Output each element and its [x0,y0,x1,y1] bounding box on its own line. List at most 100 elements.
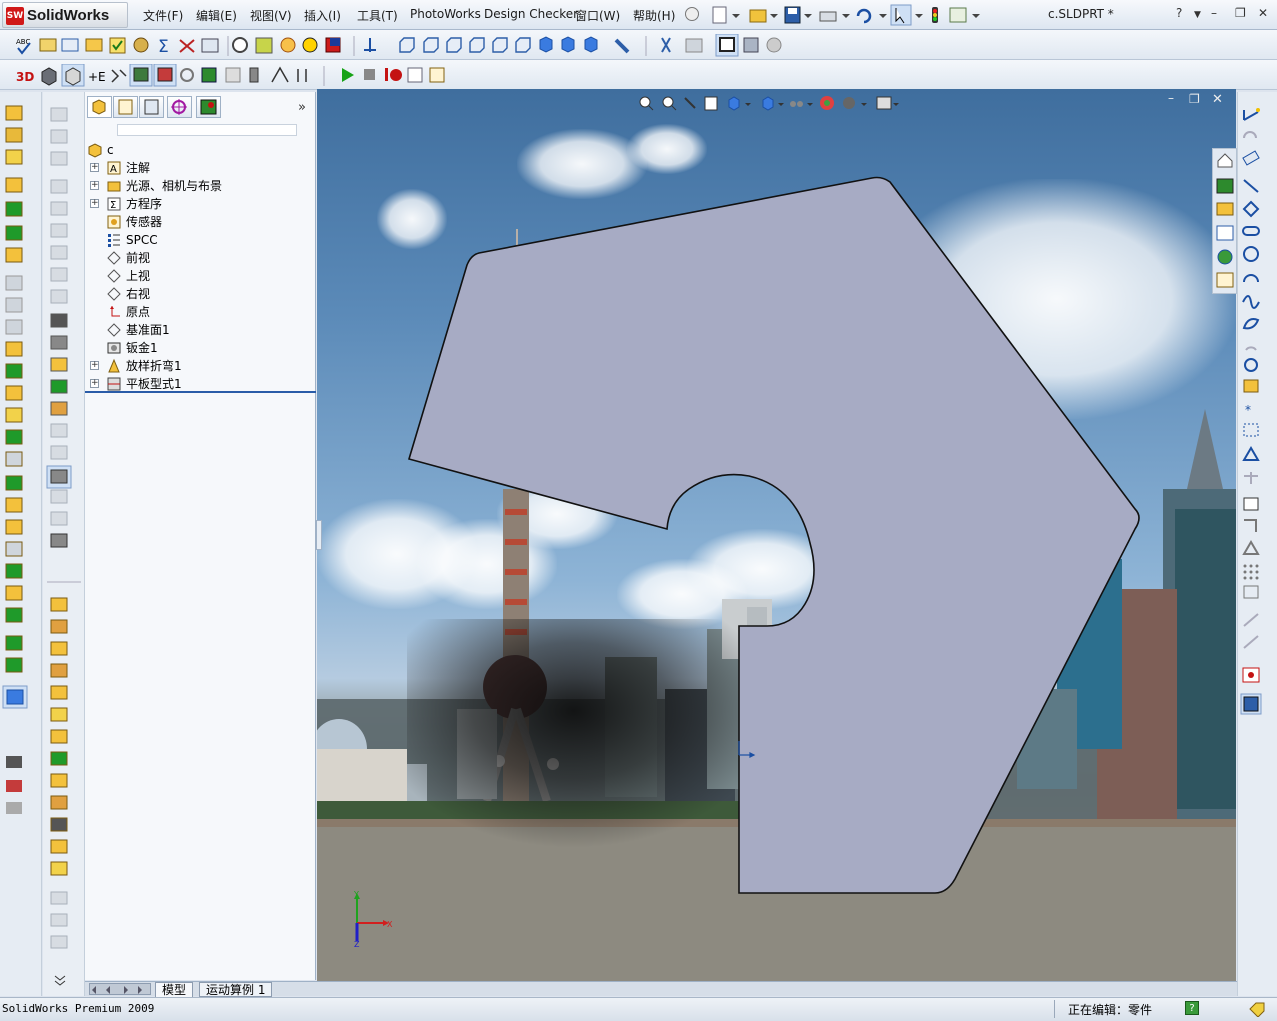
part-face [407,176,1140,894]
tree-item[interactable]: 传感器 [85,213,316,231]
features-toolbar-icons [2,105,28,814]
sensor-icon [107,215,121,229]
tree-item[interactable]: 基准面1 [85,321,316,339]
minimize-button[interactable]: – [1211,6,1217,20]
reference-triad: Y X Z [353,890,393,949]
menu-file[interactable]: 文件(F) [143,7,183,24]
svg-text:*: * [1245,403,1251,417]
zoom-to-fit-icon [639,96,654,111]
plane-icon [107,269,121,283]
status-divider [1054,1000,1055,1018]
tree-item[interactable]: + A 注解 [85,159,316,177]
tree-item[interactable]: SPCC [85,231,316,249]
restore-button[interactable]: ❐ [1235,6,1246,20]
pin-icon[interactable] [685,7,699,21]
tree-item-label: 传感器 [126,215,163,229]
triad-z-label: Z [354,940,360,949]
tree-item[interactable]: 右视 [85,285,316,303]
help-button[interactable]: ? [1176,6,1182,20]
viewport-close-button[interactable]: ✕ [1212,92,1223,107]
menu-insert[interactable]: 插入(I) [304,7,341,24]
menu-window[interactable]: 窗口(W) [575,7,620,24]
tab-scroll-arrows[interactable] [89,983,151,995]
lofted-bend-icon [108,358,120,373]
toolbar-row-1: ABC Σ [0,30,1277,60]
document-title: c.SLDPRT * [1048,7,1114,21]
svg-text:Σ: Σ [158,37,169,57]
sheet-metal-part[interactable] [317,89,1236,982]
help-dropdown-icon[interactable]: ▼ [1194,10,1201,20]
panel-splitter-handle[interactable] [316,520,322,550]
app-name: SolidWorks [27,7,110,24]
tab-model[interactable]: 模型 [155,982,194,997]
status-tag-icon[interactable] [1248,1001,1266,1017]
svg-text:Σ: Σ [110,200,116,211]
menu-tools[interactable]: 工具(T) [357,7,398,24]
feature-tree-filter[interactable] [117,124,297,136]
expand-icon[interactable]: + [90,163,99,172]
viewport-restore-button[interactable]: ❐ [1189,92,1200,106]
expand-icon[interactable]: + [90,379,99,388]
menu-photoworks[interactable]: PhotoWorks [410,7,481,21]
close-button[interactable]: ✕ [1258,6,1268,20]
tree-item-label: 注解 [126,161,151,175]
menu-view[interactable]: 视图(V) [250,7,292,24]
hide-show-icon [790,101,803,107]
tree-root[interactable]: c [85,141,316,159]
plane-icon [107,287,121,301]
rollback-bar[interactable] [85,391,316,393]
display-manager-tab[interactable] [196,96,221,118]
tree-item[interactable]: + Σ 方程序 [85,195,316,213]
expand-panel-icon[interactable]: » [298,100,306,115]
menu-help[interactable]: 帮助(H) [633,7,675,24]
status-editing: 正在编辑：零件 [1068,1003,1153,1017]
task-pane-tab-icons [1216,153,1234,288]
toolbar-row-2-icons: 3D +E [16,64,445,87]
solidworks-logo[interactable]: SW SolidWorks [2,2,128,28]
tree-item[interactable]: 钣金1 [85,339,316,357]
svg-text:3D: 3D [16,70,34,84]
status-bar: SolidWorks Premium 2009 正在编辑：零件 ? [0,997,1277,1021]
tree-item[interactable]: + 光源、相机与布景 [85,177,316,195]
featuremanager-tab[interactable] [87,96,112,118]
tree-item[interactable]: 前视 [85,249,316,267]
menu-design-checker[interactable]: Design Checker [484,7,578,21]
triad-y-label: Y [353,890,359,899]
features-toolbar [0,92,42,996]
tree-item[interactable]: 上视 [85,267,316,285]
menu-edit[interactable]: 编辑(E) [196,7,237,24]
status-help-icon[interactable]: ? [1185,1001,1199,1015]
tree-root-label: c [107,143,114,157]
toolbar-row-1-icons: ABC Σ [16,34,782,57]
tree-item-label: 右视 [126,287,151,301]
appearances-icon [1217,249,1233,265]
tree-item-label: 上视 [126,269,151,283]
expand-icon[interactable]: + [90,181,99,190]
expand-icon[interactable]: + [90,199,99,208]
plane-icon [107,323,121,337]
custom-properties-icon [1216,272,1234,288]
graphics-area[interactable]: – ❐ ✕ Y X Z [317,89,1236,982]
heads-up-view-toolbar [639,96,899,111]
task-pane-tabs [1212,148,1237,294]
display-style-icon [762,96,774,111]
viewport-minimize-button[interactable]: – [1168,91,1174,105]
triad-x-label: X [387,920,393,929]
expand-icon[interactable]: + [90,361,99,370]
apply-scene-icon [843,97,855,109]
annotation-icon: A [107,161,121,175]
configurationmanager-tab[interactable] [139,96,164,118]
tree-item[interactable]: + 放样折弯1 [85,357,316,375]
dimxpert-tab[interactable] [167,96,192,118]
spelling-icon: ABC [16,38,31,55]
tree-item-label: 前视 [126,251,151,265]
tab-motion-study[interactable]: 运动算例 1 [199,982,273,997]
part-icon [88,143,102,158]
tree-item[interactable]: 原点 [85,303,316,321]
design-library-icon [1216,178,1234,194]
view-settings-icon [876,96,892,110]
tree-item-label: 钣金1 [126,341,158,355]
flat-pattern-icon [107,377,121,391]
svg-text:+E: +E [88,70,106,84]
propertymanager-tab[interactable] [113,96,138,118]
